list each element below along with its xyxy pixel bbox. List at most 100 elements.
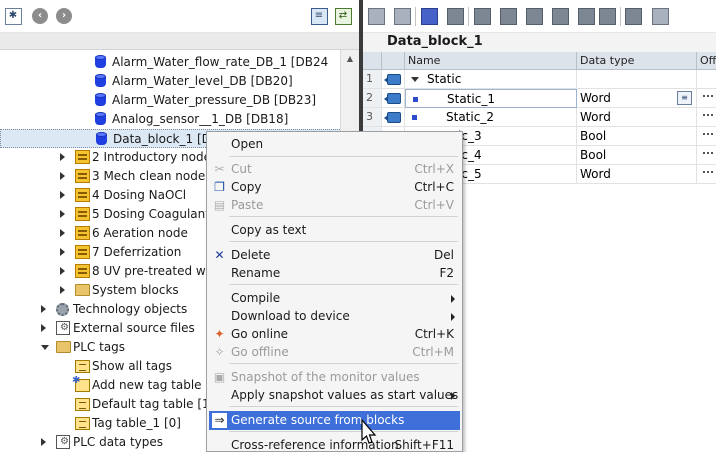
offset-column-header[interactable]: Off	[697, 52, 716, 70]
menu-item-open[interactable]: Open	[209, 135, 460, 154]
expand-arrow-icon[interactable]	[60, 153, 65, 161]
name-text: Static_1	[447, 92, 495, 106]
tree-item-label: Show all tags	[92, 359, 172, 373]
list-view-button[interactable]: ≡	[310, 7, 328, 25]
menu-item-cut[interactable]: ✂ Cut Ctrl+X	[209, 160, 460, 179]
tree-item[interactable]: Alarm_Water_flow_rate_DB_1 [DB24	[0, 53, 340, 72]
table-row[interactable]: 1 Static	[363, 70, 716, 89]
name-cell[interactable]: Static_1	[405, 89, 577, 108]
expand-arrow-icon[interactable]	[60, 286, 65, 294]
expand-arrow-icon[interactable]	[60, 210, 65, 218]
expand-arrow-icon[interactable]	[41, 324, 46, 332]
menu-item-generate-source-from-blocks[interactable]: ⇒ Generate source from blocks	[209, 411, 460, 430]
copy-snapshot-icon[interactable]	[500, 8, 517, 25]
expand-arrow-icon[interactable]	[60, 229, 65, 237]
overview-button[interactable]: ⇄	[334, 7, 352, 25]
data-type-text: Bool	[580, 148, 607, 162]
name-cell[interactable]: Static	[405, 70, 577, 89]
expand-arrow-icon[interactable]	[60, 248, 65, 256]
data-type-text: Bool	[580, 129, 607, 143]
data-type-picker-button[interactable]: ≡	[677, 91, 692, 105]
table-row[interactable]: 3 Static_2 Word	[363, 108, 716, 127]
collapse-arrow-icon[interactable]	[411, 77, 419, 82]
data-type-cell[interactable]	[577, 70, 697, 89]
menu-item-label: Go online	[231, 327, 289, 341]
menu-item-shortcut: Ctrl+C	[414, 180, 454, 194]
collapse-all-icon[interactable]	[447, 8, 464, 25]
mouse-cursor-icon	[361, 418, 377, 444]
tree-item-label: External source files	[73, 321, 195, 335]
menu-item-snapshot-of-the-monitor-values[interactable]: ▣ Snapshot of the monitor values	[209, 368, 460, 387]
parameter-icon	[384, 93, 401, 104]
data-type-cell[interactable]: Bool	[577, 146, 697, 165]
tree-item-label: Tag table_1 [0]	[92, 416, 181, 430]
menu-separator	[229, 241, 458, 242]
insert-row-icon[interactable]	[368, 8, 385, 25]
forward-button[interactable]: ›	[55, 7, 73, 25]
snapshot-icon: ▣	[213, 370, 226, 384]
tree-item-label: Alarm_Water_pressure_DB [DB23]	[112, 93, 317, 107]
back-button[interactable]: ‹	[31, 7, 49, 25]
expand-arrow-icon[interactable]	[60, 191, 65, 199]
offset-cell	[697, 70, 716, 89]
data-type-cell[interactable]: Word	[577, 108, 697, 127]
menu-item-cross-reference-information[interactable]: Cross-reference information Shift+F11	[209, 436, 460, 451]
expand-arrow-icon[interactable]	[60, 172, 65, 180]
name-column-header[interactable]: Name	[405, 52, 577, 70]
table-row[interactable]: 2 Static_1 Word ≡	[363, 89, 716, 108]
reset-start-values-icon[interactable]	[578, 8, 595, 25]
row-number: 3	[363, 108, 382, 127]
menu-item-delete[interactable]: ✕ Delete Del	[209, 246, 460, 265]
data-type-cell[interactable]: Word	[577, 165, 697, 184]
menu-separator	[229, 284, 458, 285]
name-cell[interactable]: Static_2	[405, 108, 577, 127]
tree-item-label: 3 Mech clean node	[92, 169, 206, 183]
expand-arrow-icon[interactable]	[60, 267, 65, 275]
offset-cell	[697, 127, 716, 146]
ellipsis-icon	[703, 152, 713, 154]
tree-item-label: 2 Introductory node	[92, 150, 211, 164]
menu-item-rename[interactable]: Rename F2	[209, 264, 460, 283]
ellipsis-icon	[703, 95, 713, 97]
name-text: Static	[427, 72, 462, 86]
monitor-all-icon[interactable]	[625, 8, 642, 25]
menu-item-apply-snapshot-values-as-start-values[interactable]: Apply snapshot values as start values	[209, 386, 460, 405]
keep-actual-values-icon[interactable]	[599, 8, 616, 25]
menu-item-copy-as-text[interactable]: Copy as text	[209, 221, 460, 240]
glasses-monitor-icon[interactable]	[652, 8, 669, 25]
new-item-icon[interactable]: ✱	[4, 7, 22, 25]
project-tree-toolbar: ✱ ‹ › ≡ ⇄	[0, 0, 359, 33]
menu-item-go-online[interactable]: ✦ Go online Ctrl+K	[209, 325, 460, 344]
paste-icon: ▤	[213, 198, 226, 212]
menu-item-copy[interactable]: ❐ Copy Ctrl+C	[209, 178, 460, 197]
load-snapshot-icon[interactable]	[552, 8, 569, 25]
menu-item-label: Copy as text	[231, 223, 307, 237]
tree-item[interactable]: Alarm_Water_pressure_DB [DB23]	[0, 91, 340, 110]
scissors-icon: ✂	[214, 162, 225, 176]
load-start-values-icon[interactable]	[526, 8, 543, 25]
data-type-cell[interactable]: Word ≡	[577, 89, 697, 108]
menu-item-paste[interactable]: ▤ Paste Ctrl+V	[209, 196, 460, 215]
ellipsis-icon	[703, 133, 713, 135]
collapse-arrow-icon[interactable]	[41, 345, 49, 350]
snapshot-monitor-icon[interactable]	[474, 8, 491, 25]
expand-arrow-icon[interactable]	[41, 305, 46, 313]
menu-item-compile[interactable]: Compile	[209, 289, 460, 308]
tree-item[interactable]: Alarm_Water_level_DB [DB20]	[0, 72, 340, 91]
data-type-text: Word	[580, 167, 611, 181]
menu-item-download-to-device[interactable]: Download to device	[209, 307, 460, 326]
scroll-up-icon[interactable]: ▲	[341, 50, 359, 67]
expand-arrow-icon[interactable]	[41, 438, 46, 446]
data-type-cell[interactable]: Bool	[577, 127, 697, 146]
tree-item[interactable]: Analog_sensor__1_DB [DB18]	[0, 110, 340, 129]
expand-all-icon[interactable]	[421, 8, 438, 25]
data-type-column-header[interactable]: Data type	[577, 52, 697, 70]
menu-item-label: Delete	[231, 248, 271, 262]
block-editor-toolbar	[363, 0, 716, 33]
add-row-icon[interactable]	[394, 8, 411, 25]
tag-table-icon	[75, 398, 90, 411]
menu-item-label: Download to device	[231, 309, 350, 323]
menu-item-go-offline[interactable]: ✧ Go offline Ctrl+M	[209, 343, 460, 362]
row-icon-cell	[382, 70, 405, 89]
parameter-icon	[384, 74, 401, 85]
